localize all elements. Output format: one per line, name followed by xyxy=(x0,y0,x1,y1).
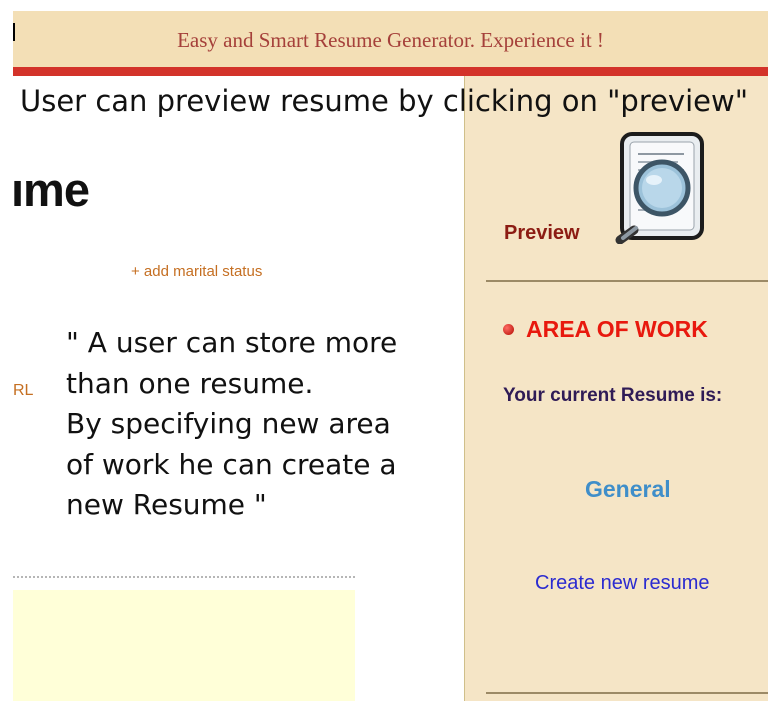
annotation-line: " A user can store more xyxy=(66,326,398,359)
input-area[interactable] xyxy=(13,590,355,701)
add-marital-status-link[interactable]: + add marital status xyxy=(131,263,262,280)
window-edge xyxy=(13,23,15,41)
page-title: ıme xyxy=(11,163,90,216)
annotation-line: than one resume. xyxy=(66,366,314,400)
create-new-resume-link[interactable]: Create new resume xyxy=(535,572,710,595)
document-magnifier-icon[interactable] xyxy=(612,128,712,244)
preview-link[interactable]: Preview xyxy=(504,222,580,245)
section-divider xyxy=(13,576,355,578)
bullet-icon xyxy=(503,324,514,335)
banner-tagline: Easy and Smart Resume Generator. Experie… xyxy=(177,28,604,52)
url-field-label: RL xyxy=(13,382,34,399)
sidebar-divider xyxy=(486,280,768,282)
current-resume-name[interactable]: General xyxy=(585,476,671,503)
annotation-line: of work he can create a xyxy=(66,447,397,481)
annotation-line: By specifying new area xyxy=(66,407,391,440)
header-banner: Easy and Smart Resume Generator. Experie… xyxy=(13,11,768,67)
annotation-note: " A user can store more than one resume.… xyxy=(66,323,446,526)
annotation-line: new Resume " xyxy=(66,488,267,521)
tutorial-caption: User can preview resume by clicking on "… xyxy=(20,84,749,118)
area-of-work-heading: AREA OF WORK xyxy=(526,316,708,342)
current-resume-label: Your current Resume is: xyxy=(503,385,723,406)
sidebar-divider xyxy=(486,692,768,694)
banner-accent-bar xyxy=(13,67,768,76)
